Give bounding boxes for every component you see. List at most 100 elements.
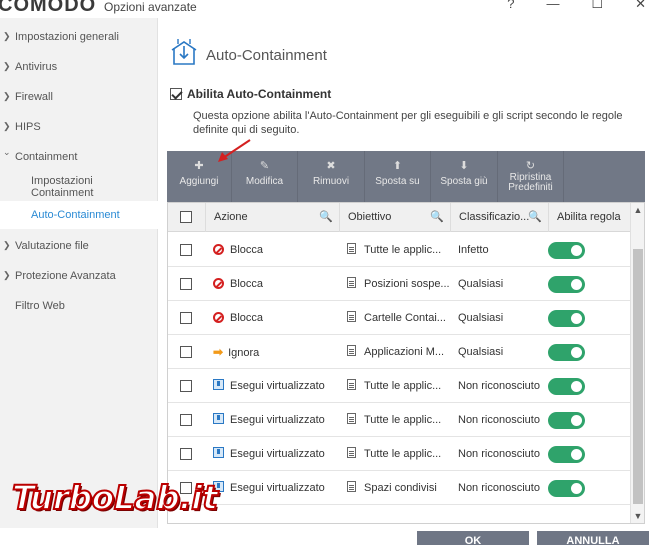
row-checkbox[interactable] (180, 414, 192, 426)
remove-icon: ✖ (326, 160, 336, 172)
header-enable[interactable]: Abilita regola (549, 203, 631, 232)
action-cell: Esegui virtualizzato (213, 437, 338, 471)
enable-rule-toggle[interactable] (548, 344, 585, 361)
scroll-thumb[interactable] (633, 249, 643, 504)
chevron-right-icon: ❯ (3, 240, 11, 250)
search-icon[interactable]: 🔍 (528, 203, 542, 232)
table-row[interactable]: Esegui virtualizzato Spazi condivisi Non… (168, 471, 631, 505)
sidebar-item-hips[interactable]: ❯ HIPS (0, 121, 158, 133)
edit-button[interactable]: ✎ Modifica (232, 151, 298, 202)
rating-cell: Non riconosciuto (458, 482, 540, 494)
table-header: Azione 🔍 Obiettivo 🔍 Classificazio... 🔍 … (168, 203, 631, 232)
action-label: Ignora (228, 347, 260, 359)
select-all-checkbox[interactable] (180, 211, 192, 223)
enable-rule-toggle[interactable] (548, 412, 585, 429)
add-button-label: Aggiungi (179, 176, 219, 187)
enable-rule-toggle[interactable] (548, 276, 585, 293)
virtualize-icon (213, 447, 224, 458)
sidebar-item-label: Impostazioni generali (15, 31, 119, 43)
table-row[interactable]: Blocca Tutte le applic... Infetto (168, 233, 631, 267)
sidebar-item-label: Antivirus (15, 61, 58, 73)
add-button[interactable]: ✚ Aggiungi (167, 151, 232, 202)
help-icon[interactable]: ? (507, 0, 514, 12)
sidebar-item-antivirus[interactable]: ❯ Antivirus (0, 61, 158, 73)
row-checkbox[interactable] (180, 312, 192, 324)
header-rating[interactable]: Classificazio... 🔍 (451, 203, 549, 232)
move-down-button[interactable]: ⬇ Sposta giù (431, 151, 498, 202)
sidebar-item-impostazioni-generali[interactable]: ❯ Impostazioni generali (0, 31, 158, 43)
enable-rule-toggle[interactable] (548, 378, 585, 395)
arrow-down-icon: ⬇ (459, 160, 469, 172)
enable-auto-containment-checkbox[interactable] (170, 88, 182, 100)
action-label: Esegui virtualizzato (230, 448, 325, 460)
sidebar-item-label: Auto-Containment (31, 209, 120, 221)
search-icon[interactable]: 🔍 (319, 203, 333, 232)
sidebar-item-impostazioni-containment[interactable]: Impostazioni Containment (0, 175, 120, 199)
sidebar-item-label: Impostazioni Containment (31, 175, 94, 199)
file-icon (347, 311, 356, 322)
header-action-label: Azione (214, 211, 248, 223)
action-label: Blocca (230, 244, 264, 256)
minimize-icon[interactable]: — (546, 0, 559, 12)
rating-cell: Non riconosciuto (458, 380, 540, 392)
sidebar-item-protezione-avanzata[interactable]: ❯ Protezione Avanzata (0, 270, 158, 282)
enable-rule-toggle[interactable] (548, 480, 585, 497)
scroll-down-icon[interactable]: ▼ (631, 511, 644, 521)
row-checkbox[interactable] (180, 380, 192, 392)
rules-toolbar: ✚ Aggiungi ✎ Modifica ✖ Rimuovi ⬆ Sposta… (167, 151, 645, 202)
move-up-button[interactable]: ⬆ Sposta su (365, 151, 431, 202)
table-scrollbar[interactable]: ▲ ▼ (630, 203, 644, 523)
close-icon[interactable]: ✕ (635, 0, 646, 12)
file-icon (347, 481, 356, 492)
search-icon[interactable]: 🔍 (430, 203, 444, 232)
restore-defaults-button[interactable]: ↻ Ripristina Predefiniti (498, 151, 564, 202)
row-checkbox[interactable] (180, 244, 192, 256)
enable-rule-toggle[interactable] (548, 310, 585, 327)
sidebar-item-containment[interactable]: ⌄ Containment (0, 147, 158, 163)
table-row[interactable]: Esegui virtualizzato Tutte le applic... … (168, 369, 631, 403)
action-label: Esegui virtualizzato (230, 414, 325, 426)
header-action[interactable]: Azione 🔍 (206, 203, 340, 232)
file-icon (347, 345, 356, 356)
chevron-right-icon: ❯ (3, 91, 11, 101)
scroll-up-icon[interactable]: ▲ (631, 205, 644, 215)
sidebar-item-firewall[interactable]: ❯ Firewall (0, 91, 158, 103)
pencil-icon: ✎ (259, 160, 270, 172)
row-checkbox[interactable] (180, 448, 192, 460)
table-row[interactable]: Blocca Cartelle Contai... Qualsiasi (168, 301, 631, 335)
table-row[interactable]: Blocca Posizioni sospe... Qualsiasi (168, 267, 631, 301)
header-enable-label: Abilita regola (557, 211, 621, 223)
target-label: Tutte le applic... (364, 448, 442, 460)
enable-rule-toggle[interactable] (548, 242, 585, 259)
rating-cell: Non riconosciuto (458, 448, 540, 460)
target-label: Applicazioni M... (364, 346, 445, 358)
move-up-button-label: Sposta su (375, 176, 420, 187)
table-row[interactable]: Esegui virtualizzato Tutte le applic... … (168, 403, 631, 437)
chevron-down-icon: ⌄ (3, 147, 11, 157)
action-label: Blocca (230, 278, 264, 290)
action-cell: Esegui virtualizzato (213, 471, 338, 505)
sidebar-item-label: Filtro Web (15, 300, 65, 312)
page-title: Auto-Containment (206, 47, 327, 64)
header-target-label: Obiettivo (348, 211, 392, 223)
cancel-button[interactable]: ANNULLA (537, 531, 649, 545)
action-label: Esegui virtualizzato (230, 482, 325, 494)
rating-cell: Qualsiasi (458, 312, 504, 324)
sidebar-item-filtro-web[interactable]: Filtro Web (0, 300, 158, 312)
enable-rule-toggle[interactable] (548, 446, 585, 463)
main-content: Auto-Containment Abilita Auto-Containmen… (159, 18, 650, 528)
sidebar-item-auto-containment[interactable]: Auto-Containment (0, 201, 158, 229)
ok-button[interactable]: OK (417, 531, 529, 545)
table-row[interactable]: ➡ Ignora Applicazioni M... Qualsiasi (168, 335, 631, 369)
remove-button[interactable]: ✖ Rimuovi (298, 151, 365, 202)
file-icon (347, 447, 356, 458)
maximize-icon[interactable]: ☐ (591, 0, 603, 12)
table-row[interactable]: Esegui virtualizzato Tutte le applic... … (168, 437, 631, 471)
sidebar-item-valutazione-file[interactable]: ❯ Valutazione file (0, 240, 158, 252)
row-checkbox[interactable] (180, 278, 192, 290)
target-label: Cartelle Contai... (364, 312, 446, 324)
rating-cell: Qualsiasi (458, 278, 504, 290)
row-checkbox[interactable] (180, 346, 192, 358)
header-target[interactable]: Obiettivo 🔍 (340, 203, 451, 232)
file-icon (347, 243, 356, 254)
